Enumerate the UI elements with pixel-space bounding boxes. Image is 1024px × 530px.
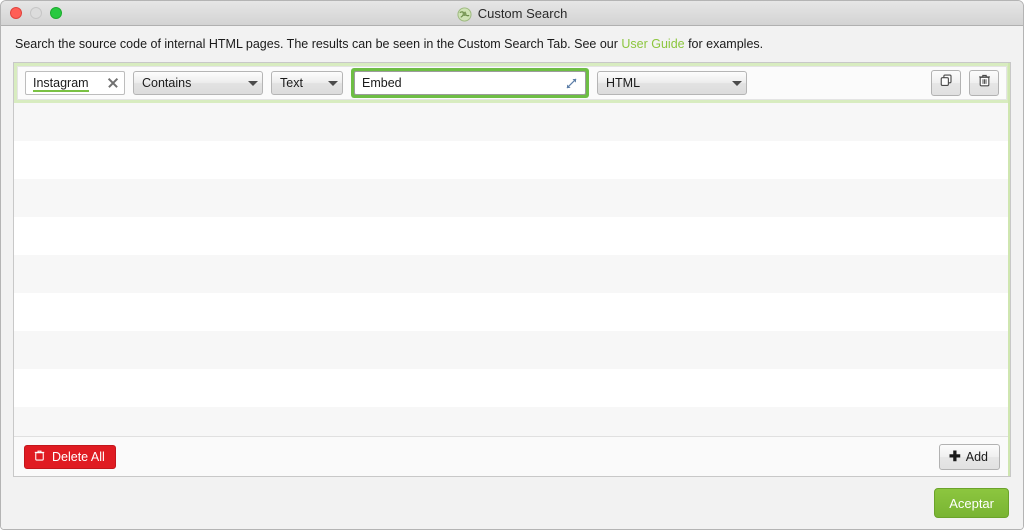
clear-icon[interactable] [106,76,120,90]
list-item [14,179,1010,217]
search-value-focus-ring: Embed [351,68,589,98]
add-label: Add [966,450,988,464]
user-guide-link[interactable]: User Guide [621,37,684,51]
close-button[interactable] [10,7,22,19]
duplicate-icon [939,73,954,93]
list-item [14,103,1010,141]
delete-filter-button[interactable] [969,70,999,96]
list-item [14,293,1010,331]
list-item [14,331,1010,369]
chevron-down-icon [248,81,258,86]
add-filter-button[interactable]: ✚ Add [939,444,1000,470]
window-title-group: Custom Search [1,6,1023,21]
minimize-button[interactable] [30,7,42,19]
filter-row: Instagram Contains Text [17,66,1007,100]
window-controls [1,7,62,19]
trash-icon [33,449,46,465]
keyword-input[interactable]: Instagram [25,71,125,95]
filter-rows-list [14,103,1010,436]
list-item [14,217,1010,255]
match-type-value: Contains [142,72,191,94]
delete-all-button[interactable]: Delete All [24,445,116,469]
dialog-footer: Aceptar [1,477,1023,529]
accept-button[interactable]: Aceptar [934,488,1009,518]
source-format-value: HTML [606,72,640,94]
search-value-text: Embed [362,72,402,94]
search-value-input[interactable]: Embed [354,71,586,95]
match-type-dropdown[interactable]: Contains [133,71,263,95]
list-item [14,407,1010,436]
content-type-value: Text [280,72,303,94]
panel-accent-line [1008,63,1010,476]
source-format-dropdown[interactable]: HTML [597,71,747,95]
chevron-down-icon [328,81,338,86]
window-titlebar: Custom Search [1,1,1023,26]
content-type-dropdown[interactable]: Text [271,71,343,95]
window-title-text: Custom Search [478,6,568,21]
filter-row-focus-band: Instagram Contains Text [14,63,1010,103]
dialog-body: Search the source code of internal HTML … [1,26,1023,529]
duplicate-filter-button[interactable] [931,70,961,96]
list-item [14,255,1010,293]
panel-footer: Delete All ✚ Add [14,436,1010,476]
list-item [14,141,1010,179]
keyword-input-value: Instagram [33,72,89,94]
expand-icon[interactable] [564,76,579,91]
plus-icon: ✚ [949,449,961,463]
chevron-down-icon [732,81,742,86]
trash-icon [977,73,992,93]
spider-globe-icon [457,7,472,22]
description-text-before: Search the source code of internal HTML … [15,37,621,51]
search-filters-panel: Instagram Contains Text [13,62,1011,477]
dialog-description: Search the source code of internal HTML … [1,26,1023,62]
description-text-after: for examples. [685,37,764,51]
list-item [14,369,1010,407]
custom-search-window: Custom Search Search the source code of … [0,0,1024,530]
delete-all-label: Delete All [52,450,105,464]
maximize-button[interactable] [50,7,62,19]
